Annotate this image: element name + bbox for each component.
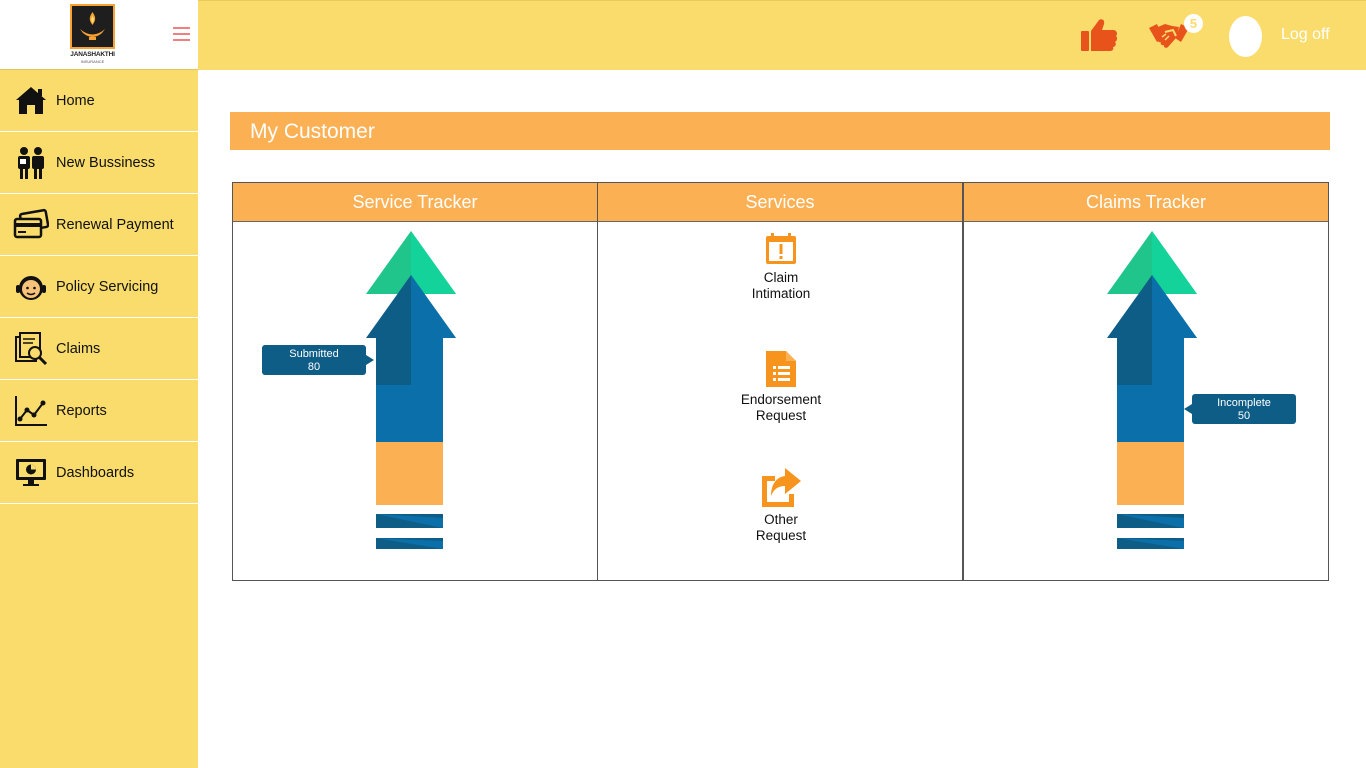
- sidebar-item-label: Reports: [56, 402, 107, 419]
- page-title-bar: My Customer: [230, 112, 1330, 150]
- submitted-label: Submitted: [289, 348, 339, 360]
- thumbs-up-icon[interactable]: [1080, 17, 1118, 53]
- claim-intimation-link[interactable]: Claim Intimation: [598, 232, 964, 302]
- sidebar-item-claims[interactable]: Claims: [0, 318, 198, 380]
- logo-text: JANASHAKTHI: [70, 51, 115, 58]
- other-request-link[interactable]: Other Request: [598, 466, 964, 544]
- sidebar-item-label: Policy Servicing: [56, 278, 159, 295]
- monitor-icon: [16, 459, 46, 486]
- incomplete-count: 50: [1237, 410, 1251, 422]
- endorsement-request-label-1: Endorsement: [740, 392, 822, 407]
- service-tracker-title: Service Tracker: [233, 183, 597, 222]
- service-tracker-arrow-graphic: [366, 231, 456, 549]
- sidebar-item-label: Dashboards: [56, 464, 135, 481]
- other-request-label-2: Request: [755, 528, 807, 543]
- sidebar-item-policy-servicing[interactable]: Policy Servicing: [0, 256, 198, 318]
- page-title: My Customer: [250, 120, 375, 143]
- services-body: Claim Intimation Endorsement Request Oth…: [598, 222, 962, 580]
- share-icon: [762, 468, 801, 507]
- sidebar-item-new-business[interactable]: New Bussiness: [0, 132, 198, 194]
- sidebar-item-label: Claims: [56, 340, 101, 357]
- services-title: Services: [598, 183, 962, 222]
- submitted-count: 80: [307, 361, 321, 373]
- home-icon: [16, 87, 46, 114]
- sidebar-item-home[interactable]: Home: [0, 70, 198, 132]
- top-bar: [198, 0, 1366, 70]
- company-logo[interactable]: JANASHAKTHI INSURANCE: [69, 4, 116, 66]
- sidebar-item-label: New Bussiness: [56, 154, 156, 171]
- credit-card-icon: [13, 208, 49, 239]
- headset-icon: [16, 276, 46, 300]
- logo-subtext: INSURANCE: [80, 59, 105, 64]
- line-chart-icon: [15, 396, 47, 426]
- document-list-icon: [766, 351, 796, 387]
- endorsement-request-label-2: Request: [755, 408, 807, 423]
- incomplete-label: Incomplete: [1217, 397, 1271, 409]
- submitted-callout[interactable]: Submitted 80: [262, 345, 374, 375]
- sidebar-nav: Home New Bussiness Renewal Payment Polic…: [0, 70, 198, 504]
- notification-badge[interactable]: 5: [1184, 14, 1203, 33]
- sidebar-item-label: Renewal Payment: [56, 216, 174, 233]
- service-tracker-body: Submitted 80: [233, 222, 597, 580]
- sidebar-item-dashboards[interactable]: Dashboards: [0, 442, 198, 504]
- service-tracker-panel: Service Tracker Submitted 80: [232, 182, 598, 581]
- claims-tracker-panel: Claims Tracker Incomplete 50: [963, 182, 1329, 581]
- incomplete-callout[interactable]: Incomplete 50: [1184, 394, 1296, 424]
- claim-intimation-label-1: Claim: [763, 270, 799, 285]
- calendar-alert-icon: [766, 233, 796, 264]
- logoff-button[interactable]: Log off: [1281, 26, 1330, 44]
- lamp-logo-icon: [70, 4, 115, 49]
- other-request-label-1: Other: [764, 512, 798, 527]
- claim-intimation-label-2: Intimation: [751, 286, 811, 301]
- sidebar-item-reports[interactable]: Reports: [0, 380, 198, 442]
- sidebar-item-label: Home: [56, 92, 95, 109]
- people-icon: [18, 147, 44, 179]
- endorsement-request-link[interactable]: Endorsement Request: [598, 350, 964, 424]
- hamburger-menu-icon[interactable]: [173, 27, 190, 42]
- sidebar: JANASHAKTHI INSURANCE Home New Bussiness: [0, 0, 198, 768]
- sidebar-item-renewal-payment[interactable]: Renewal Payment: [0, 194, 198, 256]
- avatar[interactable]: [1229, 16, 1262, 57]
- services-panel: Services Claim Intimation Endorsement Re…: [597, 182, 963, 581]
- claims-tracker-title: Claims Tracker: [964, 183, 1328, 222]
- claims-icon: [15, 332, 48, 366]
- claims-tracker-body: Incomplete 50: [964, 222, 1328, 580]
- logo-area: JANASHAKTHI INSURANCE: [0, 0, 198, 70]
